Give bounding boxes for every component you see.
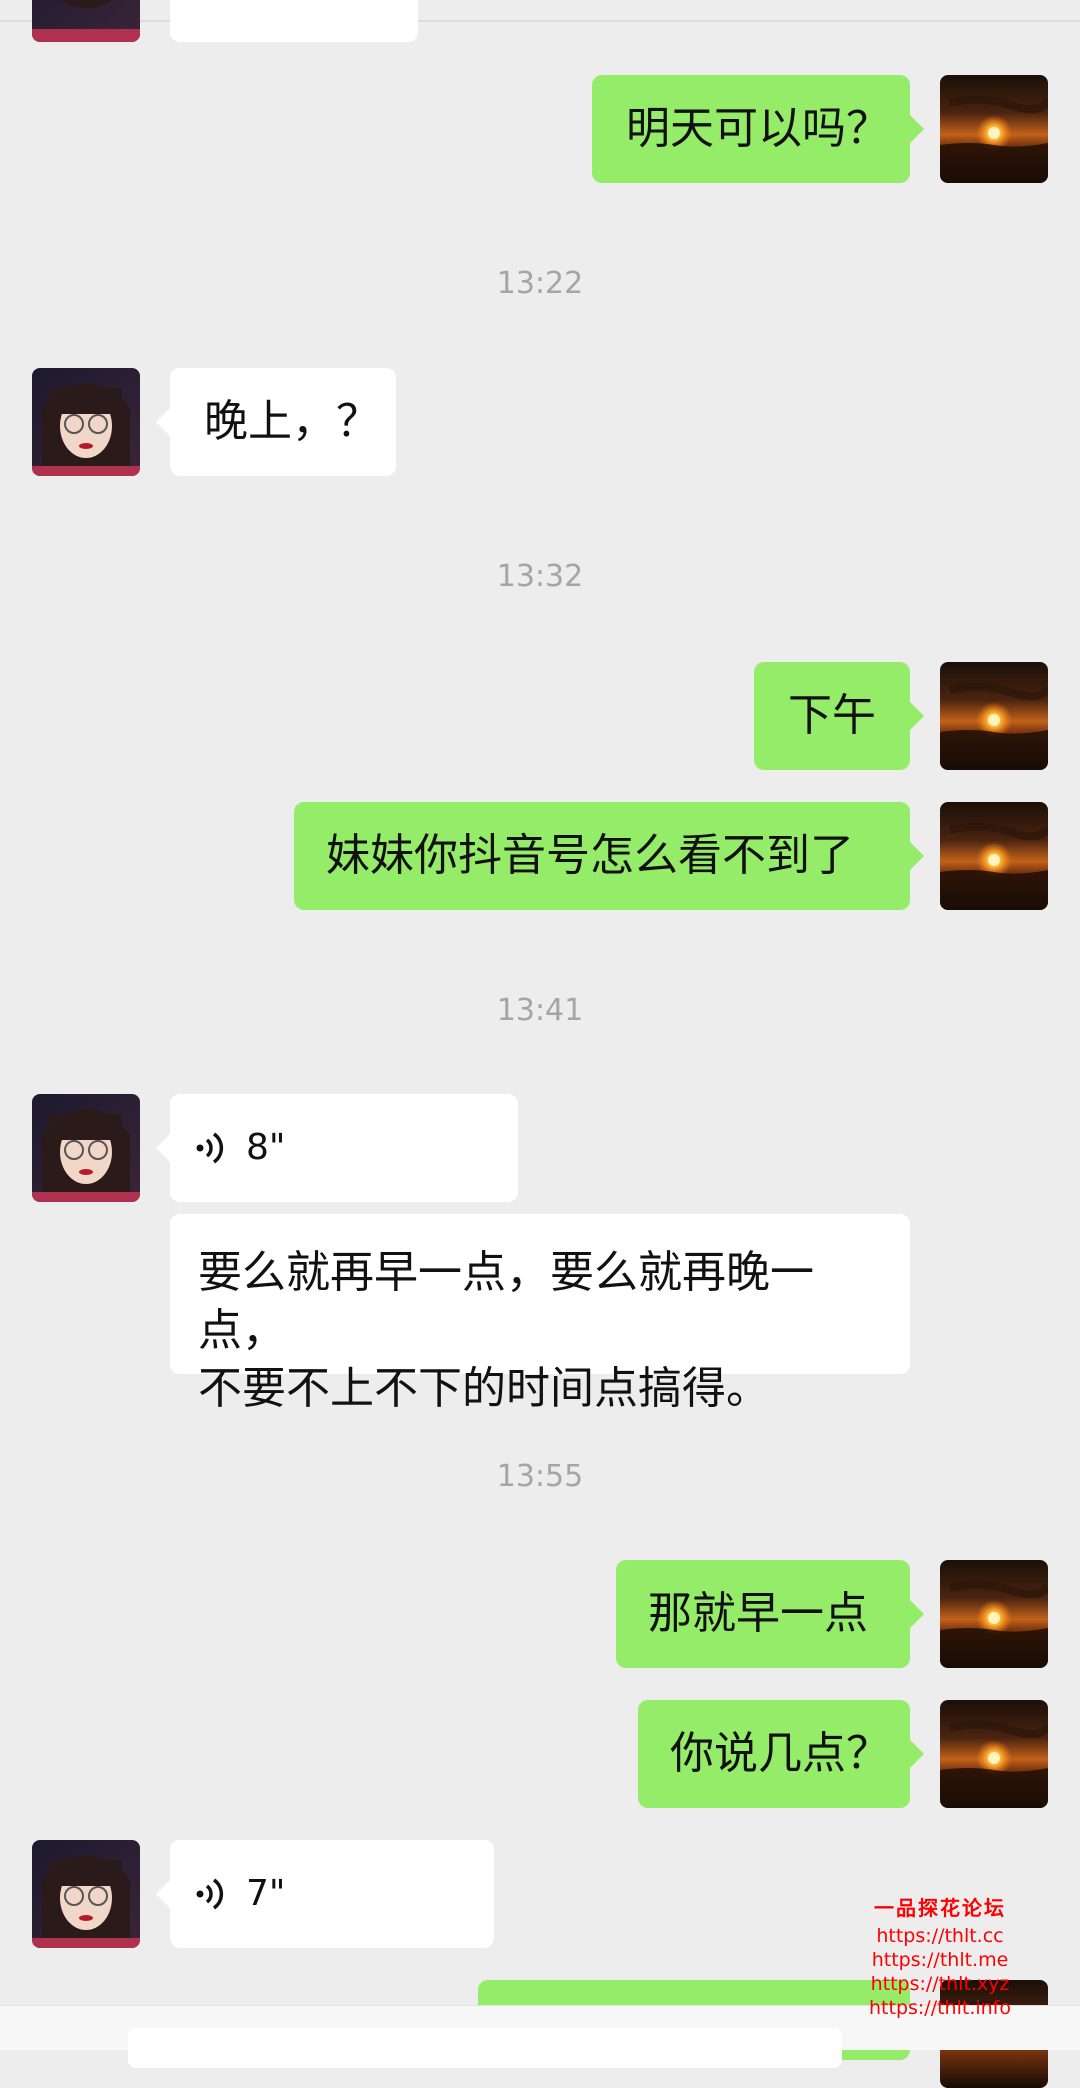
self-avatar[interactable] xyxy=(940,802,1048,910)
header-divider xyxy=(0,20,1080,22)
self-avatar[interactable] xyxy=(940,75,1048,183)
contact-avatar[interactable] xyxy=(32,0,140,42)
watermark: 一品探花论坛 https://thlt.cc https://thlt.me h… xyxy=(850,1896,1030,2020)
message-bubble-received[interactable]: 晚上，？ xyxy=(156,368,396,476)
timestamp: 13:22 xyxy=(496,266,584,301)
watermark-link: https://thlt.me xyxy=(871,1949,1009,1971)
message-text-line: 不要不上不下的时间点搞得。 xyxy=(198,1363,770,1414)
voice-wave-icon xyxy=(196,1878,224,1910)
timestamp: 13:41 xyxy=(496,993,584,1028)
watermark-link: https://thlt.info xyxy=(869,1997,1011,2019)
timestamp: 13:32 xyxy=(496,559,584,594)
voice-message-bubble[interactable]: 7" xyxy=(156,1840,494,1948)
message-text-line: 要么就再早一点，要么就再晚一点， xyxy=(198,1247,814,1356)
voice-duration: 8" xyxy=(246,1127,286,1168)
timestamp: 13:55 xyxy=(496,1459,584,1494)
message-bubble-received[interactable]: 要么就再早一点，要么就再晚一点， 不要不上不下的时间点搞得。 xyxy=(170,1214,910,1414)
contact-avatar[interactable] xyxy=(32,1840,140,1948)
message-bubble-sent[interactable]: 明天可以吗？ xyxy=(592,75,924,183)
message-bubble-sent[interactable]: 下午 xyxy=(754,662,924,770)
message-bubble-sent[interactable]: 你说几点？ xyxy=(638,1700,924,1808)
watermark-link: https://thlt.cc xyxy=(876,1925,1004,1947)
watermark-title: 一品探花论坛 xyxy=(874,1896,1006,1920)
self-avatar[interactable] xyxy=(940,662,1048,770)
contact-avatar[interactable] xyxy=(32,368,140,476)
voice-duration: 7" xyxy=(246,1873,286,1914)
message-text: 你说几点？ xyxy=(670,1728,890,1779)
voice-wave-icon xyxy=(196,1132,224,1164)
message-text: 晚上，？ xyxy=(204,396,380,447)
self-avatar[interactable] xyxy=(940,1700,1048,1808)
message-bubble-partial xyxy=(170,0,418,42)
watermark-link: https://thlt.xyz xyxy=(870,1973,1010,1995)
message-text: 那就早一点 xyxy=(648,1588,868,1639)
message-text: 妹妹你抖音号怎么看不到了 xyxy=(326,830,854,881)
message-bubble-sent[interactable]: 妹妹你抖音号怎么看不到了 xyxy=(294,802,924,910)
message-input[interactable] xyxy=(128,2028,842,2068)
message-text: 下午 xyxy=(788,690,876,741)
self-avatar[interactable] xyxy=(940,1560,1048,1668)
message-bubble-sent[interactable]: 那就早一点 xyxy=(616,1560,924,1668)
voice-message-bubble[interactable]: 8" xyxy=(156,1094,518,1202)
message-text: 明天可以吗？ xyxy=(626,103,890,154)
contact-avatar[interactable] xyxy=(32,1094,140,1202)
